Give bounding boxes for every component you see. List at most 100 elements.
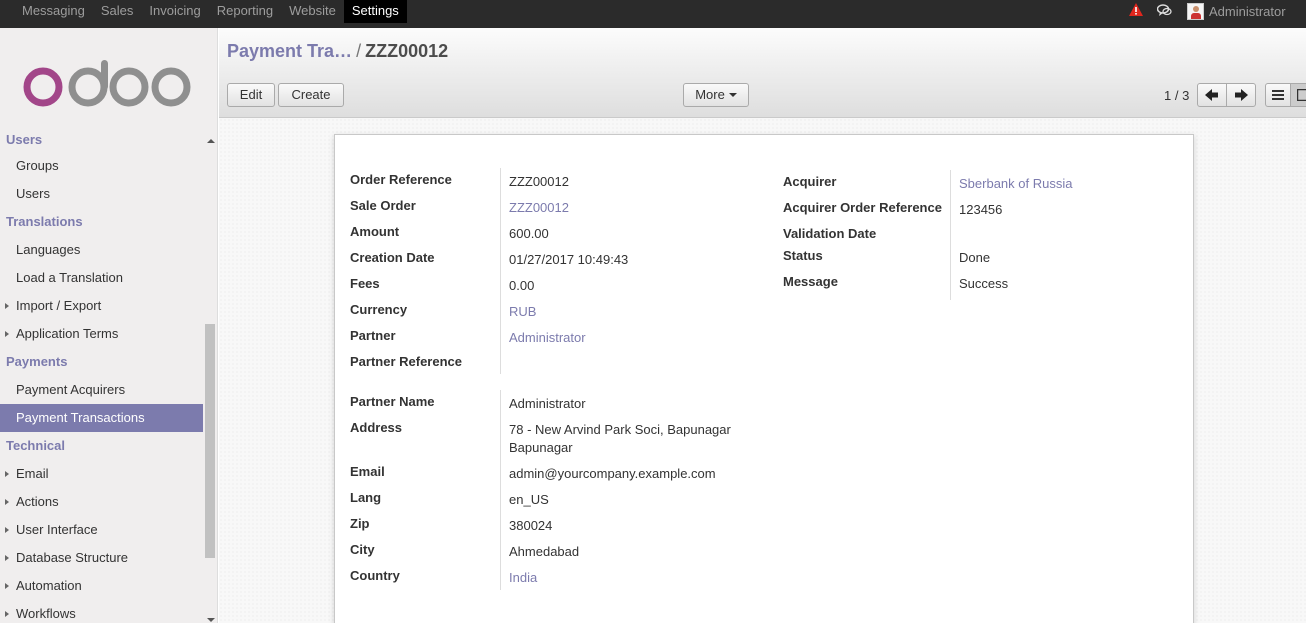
sidebar-scrollbar[interactable] bbox=[204, 134, 216, 623]
form-view-button[interactable] bbox=[1290, 83, 1306, 107]
sidebar-item-languages[interactable]: Languages bbox=[0, 236, 203, 264]
list-view-button[interactable] bbox=[1265, 83, 1291, 107]
sidebar-item-workflows[interactable]: Workflows bbox=[0, 600, 203, 623]
value-country-link[interactable]: India bbox=[509, 570, 537, 585]
field-divider bbox=[950, 170, 951, 300]
label-amount: Amount bbox=[350, 224, 400, 239]
label-email: Email bbox=[350, 464, 385, 479]
breadcrumb-parent-link[interactable]: Payment Tra… bbox=[227, 41, 352, 61]
sidebar-item-label: Groups bbox=[16, 158, 59, 173]
label-status: Status bbox=[783, 248, 823, 263]
page-title: ZZZ00012 bbox=[365, 41, 449, 61]
create-button[interactable]: Create bbox=[278, 83, 344, 107]
value-partner-link[interactable]: Administrator bbox=[509, 330, 586, 345]
sidebar-item-users[interactable]: Users bbox=[0, 180, 203, 208]
sidebar-item-label: User Interface bbox=[16, 522, 98, 537]
scroll-up-icon[interactable] bbox=[207, 139, 215, 143]
sidebar-item-database-structure[interactable]: Database Structure bbox=[0, 544, 203, 572]
control-panel: Payment Tra… / ZZZ00012 Edit Create More 1… bbox=[219, 28, 1306, 118]
value-fees: 0.00 bbox=[509, 278, 535, 293]
sidebar-item-label: Load a Translation bbox=[16, 270, 123, 285]
menu-messaging[interactable]: Messaging bbox=[14, 0, 93, 23]
sidebar-item-groups[interactable]: Groups bbox=[0, 152, 203, 180]
avatar[interactable] bbox=[1187, 3, 1204, 20]
value-status: Done bbox=[959, 250, 991, 265]
sidebar-item-label: Automation bbox=[16, 578, 82, 593]
label-address: Address bbox=[350, 420, 403, 435]
app-menu: Messaging Sales Invoicing Reporting Webs… bbox=[14, 0, 407, 23]
sidebar-item-payment-acquirers[interactable]: Payment Acquirers bbox=[0, 376, 203, 404]
label-creation-date: Creation Date bbox=[350, 250, 435, 265]
value-address-line2: Bapunagar bbox=[509, 440, 573, 455]
value-zip: 380024 bbox=[509, 518, 553, 533]
scrollbar-thumb[interactable] bbox=[205, 324, 215, 558]
value-sale-order-link[interactable]: ZZZ00012 bbox=[509, 200, 569, 215]
sidebar-item-label: Payment Transactions bbox=[16, 410, 145, 425]
sidebar-item-import-export[interactable]: Import / Export bbox=[0, 292, 203, 320]
sidebar-item-load-translation[interactable]: Load a Translation bbox=[0, 264, 203, 292]
scroll-down-icon[interactable] bbox=[207, 618, 215, 622]
sidebar-item-email[interactable]: Email bbox=[0, 460, 203, 488]
list-icon bbox=[1272, 90, 1284, 100]
chat-icon[interactable] bbox=[1157, 4, 1172, 17]
sidebar-menu: Users Groups Users Translations Language… bbox=[0, 126, 203, 623]
odoo-logo bbox=[23, 60, 191, 107]
value-order-reference: ZZZ00012 bbox=[509, 174, 569, 189]
menu-invoicing[interactable]: Invoicing bbox=[141, 0, 208, 23]
caret-right-icon bbox=[5, 331, 9, 337]
label-message: Message bbox=[783, 274, 838, 289]
value-acquirer-link[interactable]: Sberbank of Russia bbox=[959, 176, 1072, 191]
more-label: More bbox=[695, 87, 725, 102]
alert-icon[interactable] bbox=[1129, 3, 1143, 17]
caret-right-icon bbox=[5, 611, 9, 617]
pager-value[interactable]: 1 / 3 bbox=[1164, 88, 1189, 103]
edit-button[interactable]: Edit bbox=[227, 83, 275, 107]
sidebar-item-user-interface[interactable]: User Interface bbox=[0, 516, 203, 544]
value-acquirer-order-reference: 123456 bbox=[959, 202, 1003, 217]
sidebar-item-application-terms[interactable]: Application Terms bbox=[0, 320, 203, 348]
field-divider bbox=[500, 390, 501, 590]
previous-button[interactable] bbox=[1197, 83, 1227, 107]
menu-settings[interactable]: Settings bbox=[343, 0, 407, 23]
sidebar-item-label: Email bbox=[16, 466, 49, 481]
sidebar-item-label: Users bbox=[16, 186, 50, 201]
sidebar-item-payment-transactions[interactable]: Payment Transactions bbox=[0, 404, 203, 432]
sidebar-item-label: Database Structure bbox=[16, 550, 129, 565]
value-message: Success bbox=[959, 276, 1009, 291]
field-divider bbox=[500, 168, 501, 374]
form-sheet: Order Reference Sale Order Amount Creati… bbox=[334, 134, 1194, 623]
next-button[interactable] bbox=[1226, 83, 1256, 107]
value-currency-link[interactable]: RUB bbox=[509, 304, 536, 319]
value-amount: 600.00 bbox=[509, 226, 549, 241]
sidebar-item-label: Application Terms bbox=[16, 326, 119, 341]
menu-reporting[interactable]: Reporting bbox=[209, 0, 281, 23]
label-validation-date: Validation Date bbox=[783, 226, 877, 241]
form-view-area: Order Reference Sale Order Amount Creati… bbox=[219, 118, 1306, 623]
label-currency: Currency bbox=[350, 302, 408, 317]
label-lang: Lang bbox=[350, 490, 382, 505]
label-order-reference: Order Reference bbox=[350, 172, 452, 187]
user-menu[interactable]: Administrator bbox=[1209, 4, 1286, 19]
sidebar-item-automation[interactable]: Automation bbox=[0, 572, 203, 600]
breadcrumb-separator: / bbox=[356, 41, 362, 61]
label-fees: Fees bbox=[350, 276, 380, 291]
value-email: admin@yourcompany.example.com bbox=[509, 466, 716, 481]
menu-website[interactable]: Website bbox=[281, 0, 344, 23]
value-address-line1: 78 - New Arvind Park Soci, Bapunagar bbox=[509, 422, 731, 437]
avatar-body bbox=[1191, 13, 1201, 19]
top-navbar: Messaging Sales Invoicing Reporting Webs… bbox=[0, 0, 1306, 28]
sidebar-section-users: Users bbox=[6, 132, 43, 147]
menu-sales[interactable]: Sales bbox=[93, 0, 142, 23]
form-icon bbox=[1296, 88, 1306, 102]
sidebar-item-actions[interactable]: Actions bbox=[0, 488, 203, 516]
arrow-right-icon bbox=[1235, 89, 1248, 101]
value-city: Ahmedabad bbox=[509, 544, 580, 559]
sidebar-item-label: Actions bbox=[16, 494, 59, 509]
caret-right-icon bbox=[5, 583, 9, 589]
label-partner-reference: Partner Reference bbox=[350, 354, 462, 369]
value-partner-name: Administrator bbox=[509, 396, 586, 411]
caret-right-icon bbox=[5, 499, 9, 505]
sidebar-item-label: Workflows bbox=[16, 606, 76, 621]
more-button[interactable]: More bbox=[683, 83, 749, 107]
label-city: City bbox=[350, 542, 375, 557]
